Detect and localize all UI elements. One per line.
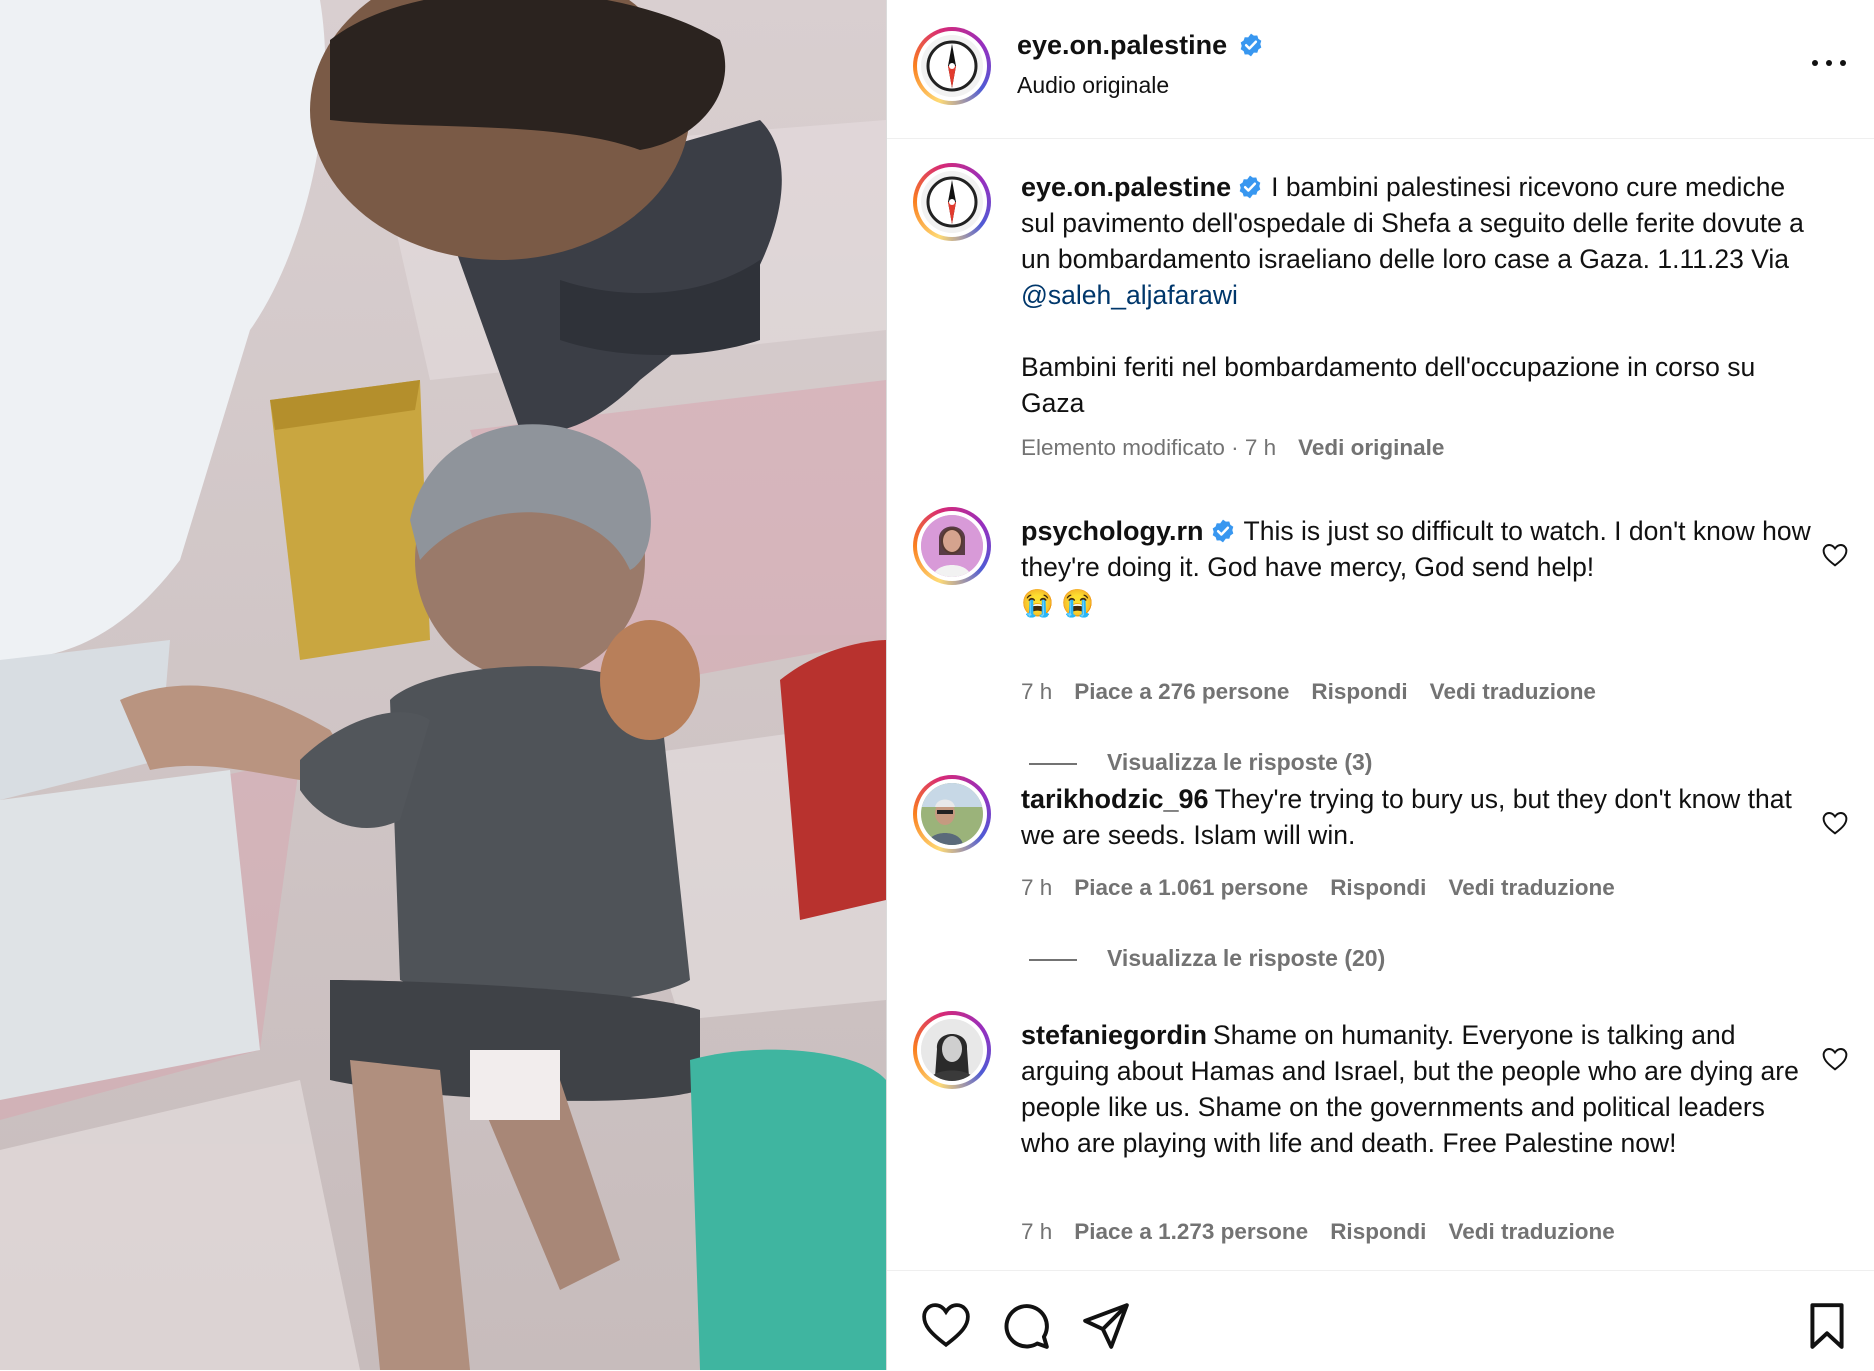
view-replies-button[interactable]: Visualizza le risposte (20) bbox=[1029, 945, 1385, 972]
see-translation-button[interactable]: Vedi traduzione bbox=[1448, 875, 1614, 900]
author-avatar[interactable] bbox=[913, 27, 991, 105]
bookmark-icon[interactable] bbox=[1802, 1301, 1852, 1351]
comment-like-heart-icon[interactable] bbox=[1822, 811, 1848, 835]
comment-meta: 7 h Piace a 276 persone Rispondi Vedi tradu… bbox=[1021, 679, 1596, 705]
comment-likes[interactable]: Piace a 276 persone bbox=[1074, 679, 1289, 704]
reply-button[interactable]: Rispondi bbox=[1330, 1219, 1426, 1244]
comment-like-heart-icon[interactable] bbox=[1822, 1047, 1848, 1071]
verified-badge-icon bbox=[1239, 175, 1261, 199]
comment-icon[interactable] bbox=[1001, 1301, 1051, 1351]
profile-photo-icon bbox=[921, 783, 983, 845]
reply-button[interactable]: Rispondi bbox=[1311, 679, 1407, 704]
caption-text: eye.on.palestine I bambini palestinesi ri… bbox=[1021, 169, 1811, 421]
paper-plane-icon[interactable] bbox=[1081, 1301, 1131, 1351]
commenter-username[interactable]: stefaniegordin bbox=[1021, 1020, 1207, 1050]
edited-label: Elemento modificato · 7 h bbox=[1021, 435, 1277, 460]
profile-photo-icon bbox=[921, 515, 983, 577]
comment-meta: 7 h Piace a 1.273 persone Rispondi Vedi tra… bbox=[1021, 1219, 1615, 1245]
commenter-username[interactable]: tarikhodzic_96 bbox=[1021, 784, 1209, 814]
comment-text: psychology.rn This is just so difficult t… bbox=[1021, 513, 1811, 621]
comment-text: tarikhodzic_96 They're trying to bury us,… bbox=[1021, 781, 1811, 853]
video-frame-illustration bbox=[0, 0, 886, 1370]
commenter-avatar[interactable] bbox=[913, 775, 991, 853]
post-panel: eye.on.palestine Audio originale eye.on.… bbox=[886, 0, 1874, 1370]
comment-time: 7 h bbox=[1021, 1219, 1053, 1244]
profile-photo-icon bbox=[921, 1019, 983, 1081]
post-video[interactable] bbox=[0, 0, 886, 1370]
author-username[interactable]: eye.on.palestine bbox=[1017, 30, 1227, 60]
comment-meta: 7 h Piace a 1.061 persone Rispondi Vedi tra… bbox=[1021, 875, 1615, 901]
comments-list[interactable]: eye.on.palestine I bambini palestinesi ri… bbox=[887, 139, 1874, 1269]
caption-meta: Elemento modificato · 7 h Vedi originale bbox=[1021, 435, 1444, 461]
see-original-button[interactable]: Vedi originale bbox=[1298, 435, 1444, 460]
more-options-icon[interactable] bbox=[1812, 52, 1848, 72]
view-replies-button[interactable]: Visualizza le risposte (3) bbox=[1029, 749, 1372, 776]
eye-logo-icon bbox=[926, 40, 978, 92]
comment-like-heart-icon[interactable] bbox=[1822, 543, 1848, 567]
action-bar bbox=[887, 1270, 1874, 1371]
see-translation-button[interactable]: Vedi traduzione bbox=[1430, 679, 1596, 704]
caption-second-paragraph: Bambini feriti nel bombardamento dell'oc… bbox=[1021, 352, 1756, 418]
commenter-avatar[interactable] bbox=[913, 1011, 991, 1089]
comment-time: 7 h bbox=[1021, 679, 1053, 704]
comment-time: 7 h bbox=[1021, 875, 1053, 900]
author-avatar[interactable] bbox=[913, 163, 991, 241]
verified-badge-icon bbox=[1240, 33, 1261, 57]
view-replies-label: Visualizza le risposte (3) bbox=[1107, 749, 1373, 775]
comment-likes[interactable]: Piace a 1.061 persone bbox=[1074, 875, 1308, 900]
caption-username[interactable]: eye.on.palestine bbox=[1021, 172, 1231, 202]
audio-label[interactable]: Audio originale bbox=[1017, 72, 1169, 99]
mention-link[interactable]: @saleh_aljafarawi bbox=[1021, 280, 1238, 310]
verified-badge-icon bbox=[1212, 519, 1233, 543]
comment-emoji: 😭 😭 bbox=[1021, 588, 1095, 618]
heart-icon[interactable] bbox=[921, 1301, 971, 1351]
commenter-avatar[interactable] bbox=[913, 507, 991, 585]
eye-logo-icon bbox=[926, 176, 978, 228]
view-replies-label: Visualizza le risposte (20) bbox=[1107, 945, 1386, 971]
reply-button[interactable]: Rispondi bbox=[1330, 875, 1426, 900]
post-header: eye.on.palestine Audio originale bbox=[887, 0, 1874, 139]
comment-text: stefaniegordin Shame on humanity. Everyon… bbox=[1021, 1017, 1811, 1161]
commenter-username[interactable]: psychology.rn bbox=[1021, 516, 1204, 546]
see-translation-button[interactable]: Vedi traduzione bbox=[1448, 1219, 1614, 1244]
comment-likes[interactable]: Piace a 1.273 persone bbox=[1074, 1219, 1308, 1244]
